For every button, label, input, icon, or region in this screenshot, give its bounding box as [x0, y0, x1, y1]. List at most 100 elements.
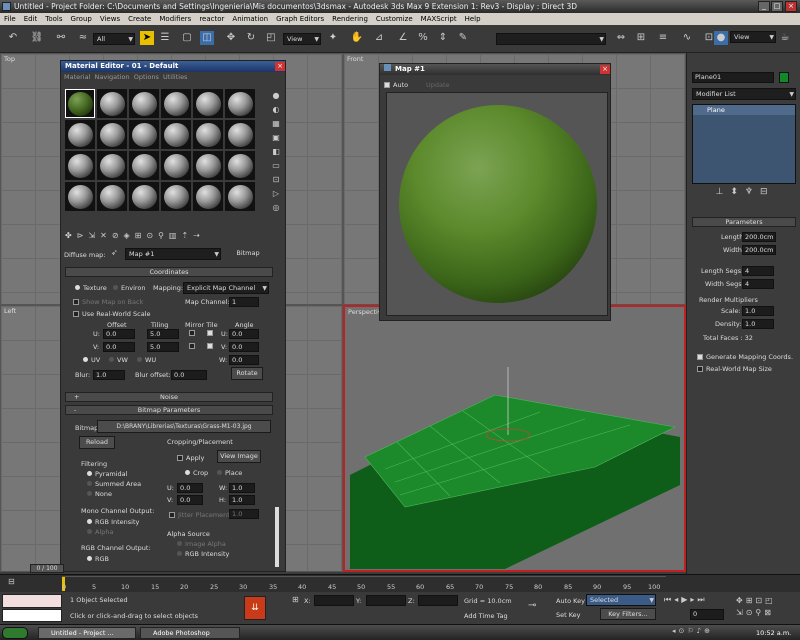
- absolute-mode-icon[interactable]: ⊞: [292, 595, 302, 605]
- menu-create[interactable]: Create: [124, 13, 155, 25]
- snaps-toggle-icon[interactable]: ⊿: [372, 31, 386, 45]
- material-editor-close-icon[interactable]: ×: [275, 62, 285, 71]
- sample-slot[interactable]: [65, 182, 95, 211]
- playback-controls[interactable]: ⏮◂▶▸⏭: [664, 595, 730, 607]
- maxscript-listener[interactable]: [2, 594, 62, 608]
- v-tiling-field[interactable]: 5.0: [147, 342, 179, 352]
- menu-customize[interactable]: Customize: [372, 13, 417, 25]
- u-tile-checkbox[interactable]: [207, 330, 213, 336]
- stack-tools[interactable]: ⊥⬍♆⊟: [693, 187, 797, 201]
- none-radio[interactable]: None: [87, 490, 112, 498]
- select-object-icon[interactable]: ➤: [140, 31, 154, 45]
- viewport-nav-controls[interactable]: ✥⊞⊡◰ ⇲⊙⚲⊠: [736, 595, 796, 621]
- material-editor-scrollbar[interactable]: [275, 507, 279, 567]
- stack-item-plane[interactable]: Plane: [693, 105, 795, 115]
- select-by-name-icon[interactable]: ☰: [158, 31, 172, 45]
- blur-offset-field[interactable]: 0.0: [171, 370, 207, 380]
- sample-slot[interactable]: [225, 89, 255, 118]
- align-icon[interactable]: ⊞: [634, 31, 648, 45]
- move-icon[interactable]: ✥: [224, 31, 238, 45]
- sample-slot[interactable]: [225, 151, 255, 180]
- spinner-snap-icon[interactable]: ⇕: [436, 31, 450, 45]
- width-field[interactable]: 200.0cm: [742, 245, 776, 255]
- menu-tools[interactable]: Tools: [41, 13, 66, 25]
- reference-coord-dropdown[interactable]: View ▼: [283, 33, 321, 45]
- blur-field[interactable]: 1.0: [93, 370, 125, 380]
- use-real-world-checkbox[interactable]: Use Real-World Scale: [73, 310, 151, 318]
- crop-h-field[interactable]: 1.0: [229, 495, 255, 505]
- u-angle-field[interactable]: 0.0: [229, 329, 259, 339]
- sample-slot[interactable]: [225, 182, 255, 211]
- summed-area-radio[interactable]: Summed Area: [87, 480, 141, 488]
- v-angle-field[interactable]: 0.0: [229, 342, 259, 352]
- percent-snap-icon[interactable]: %: [416, 31, 430, 45]
- update-button[interactable]: Update: [426, 81, 450, 89]
- curve-editor-icon[interactable]: ∿: [680, 31, 694, 45]
- key-icon[interactable]: ⊸: [528, 600, 548, 614]
- pyramidal-radio[interactable]: Pyramidal: [87, 470, 127, 478]
- environ-radio[interactable]: Environ: [113, 284, 146, 292]
- named-selection-icon[interactable]: ✎: [456, 31, 470, 45]
- menu-maxscript[interactable]: MAXScript: [417, 13, 461, 25]
- current-frame-field[interactable]: 0: [690, 609, 724, 620]
- named-selection-dropdown[interactable]: ▼: [496, 33, 606, 45]
- set-key-button[interactable]: Set Key: [556, 611, 581, 619]
- sample-slot[interactable]: [193, 89, 223, 118]
- maximize-button[interactable]: □: [771, 1, 783, 12]
- me-menu-options[interactable]: Options: [134, 73, 159, 81]
- render-view-dropdown[interactable]: View ▼: [730, 31, 776, 43]
- scale-icon[interactable]: ◰: [264, 31, 278, 45]
- density-field[interactable]: 1.0: [742, 319, 774, 329]
- select-link-icon[interactable]: ⛓: [30, 31, 44, 45]
- mapping-dropdown[interactable]: Explicit Map Channel ▼: [183, 282, 269, 294]
- sample-slot[interactable]: [129, 89, 159, 118]
- sample-slot[interactable]: [65, 151, 95, 180]
- rotate-icon[interactable]: ↻: [244, 31, 258, 45]
- sample-slot[interactable]: [65, 120, 95, 149]
- taskbar-item-photoshop[interactable]: Adobe Photoshop: [140, 627, 240, 639]
- parameters-rollout-header[interactable]: Parameters: [692, 217, 796, 227]
- generate-mapping-checkbox[interactable]: Generate Mapping Coords.: [697, 353, 793, 361]
- w-angle-field[interactable]: 0.0: [229, 355, 259, 365]
- scale-field[interactable]: 1.0: [742, 306, 774, 316]
- key-mode-dropdown[interactable]: Selected ▼: [586, 594, 656, 606]
- v-tile-checkbox[interactable]: [207, 343, 213, 349]
- rectangular-selection-icon[interactable]: ▢: [180, 31, 194, 45]
- map-name-dropdown[interactable]: Map #1 ▼: [125, 248, 221, 260]
- crop-radio[interactable]: Crop: [185, 469, 208, 477]
- reload-button[interactable]: Reload: [79, 436, 115, 449]
- menu-group[interactable]: Group: [67, 13, 96, 25]
- noise-rollout-header[interactable]: + Noise: [65, 392, 273, 402]
- z-coord-field[interactable]: [418, 595, 458, 606]
- rgb-radio[interactable]: RGB: [87, 555, 109, 563]
- window-crossing-icon[interactable]: ◫: [200, 31, 214, 45]
- sample-slot[interactable]: [193, 151, 223, 180]
- width-segs-field[interactable]: 4: [742, 279, 774, 289]
- sample-slot[interactable]: [97, 89, 127, 118]
- sample-slot[interactable]: [193, 120, 223, 149]
- uv-radio[interactable]: UV: [83, 356, 100, 364]
- sample-slot[interactable]: [161, 182, 191, 211]
- show-map-on-back-checkbox[interactable]: Show Map on Back: [73, 298, 143, 306]
- sample-slot[interactable]: [225, 120, 255, 149]
- track-icon[interactable]: ⊟: [8, 577, 18, 589]
- bind-space-warp-icon[interactable]: ≈: [76, 31, 90, 45]
- vw-radio[interactable]: VW: [109, 356, 128, 364]
- minimize-button[interactable]: _: [758, 1, 770, 12]
- auto-checkbox[interactable]: Auto: [384, 81, 408, 89]
- v-mirror-checkbox[interactable]: [189, 343, 195, 349]
- crop-w-field[interactable]: 1.0: [229, 483, 255, 493]
- texture-radio[interactable]: Texture: [75, 284, 107, 292]
- sample-slot[interactable]: [129, 182, 159, 211]
- material-toolbar[interactable]: ✤⊳⇲✕⊘◈⊞⊙⚲▥⇡⇢: [65, 231, 281, 243]
- selection-filter-dropdown[interactable]: All ▼: [93, 33, 135, 45]
- sample-slot[interactable]: [97, 151, 127, 180]
- lock-selection-icon[interactable]: ⇊: [244, 596, 266, 620]
- close-button[interactable]: ×: [785, 1, 797, 12]
- sample-side-tools[interactable]: ● ◐ ▦ ▣ ◧ ▭ ⊡ ▷ ◎: [269, 89, 283, 219]
- bitmap-params-rollout-header[interactable]: - Bitmap Parameters: [65, 405, 273, 415]
- me-menu-navigation[interactable]: Navigation: [95, 73, 130, 81]
- u-mirror-checkbox[interactable]: [189, 330, 195, 336]
- sample-slot[interactable]: [161, 151, 191, 180]
- v-offset-field[interactable]: 0.0: [103, 342, 135, 352]
